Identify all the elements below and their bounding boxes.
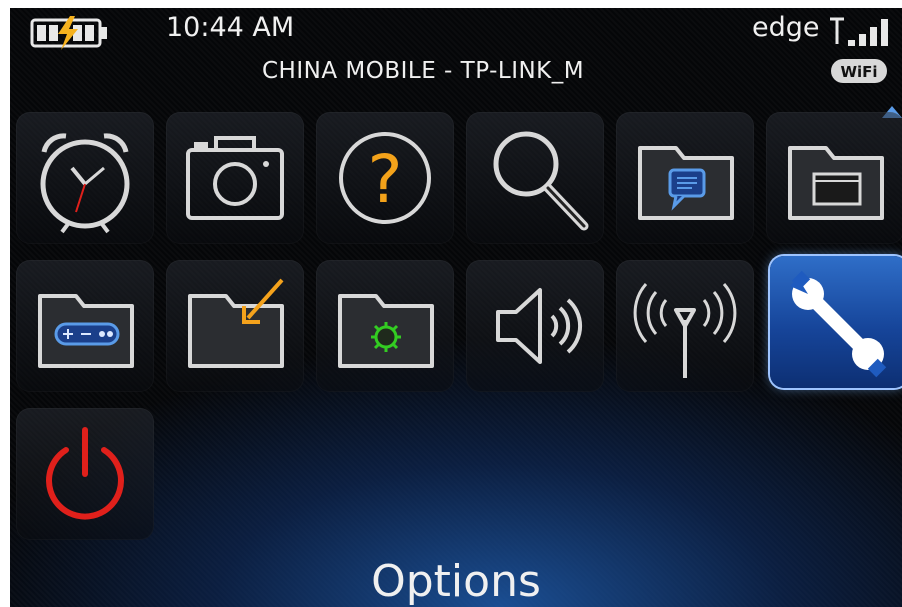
settings-folder-icon	[338, 294, 434, 368]
downloads-folder-icon	[188, 278, 284, 368]
applications-folder-tile[interactable]	[766, 112, 902, 244]
camera-tile[interactable]	[166, 112, 304, 244]
games-folder-icon	[38, 294, 134, 368]
help-icon: ?	[339, 132, 431, 224]
power-tile[interactable]	[16, 408, 154, 540]
search-tile[interactable]	[466, 112, 604, 244]
games-folder-tile[interactable]	[16, 260, 154, 392]
sounds-icon	[496, 288, 583, 364]
help-tile[interactable]: ?	[316, 112, 454, 244]
messenger-folder-tile[interactable]	[616, 112, 754, 244]
carrier-name: CHINA MOBILE - TP-LINK_M	[262, 58, 585, 84]
downloads-folder-tile[interactable]	[166, 260, 304, 392]
sounds-tile[interactable]	[466, 260, 604, 392]
alarm-clock-tile[interactable]	[16, 112, 154, 244]
options-tile[interactable]	[770, 256, 902, 388]
network-type: edge	[752, 12, 820, 43]
camera-icon	[186, 136, 284, 220]
selected-app-label: Options	[371, 556, 541, 607]
manage-connections-icon	[633, 283, 737, 378]
settings-folder-tile[interactable]	[316, 260, 454, 392]
applications-folder-icon	[788, 146, 884, 220]
status-time: 10:44 AM	[166, 12, 295, 43]
options-icon	[790, 270, 887, 378]
home-screen: 10:44 AM edge CHINA MOBILE - TP-LINK_M W…	[10, 8, 902, 607]
svg-text:WiFi: WiFi	[840, 63, 877, 81]
svg-text:?: ?	[367, 141, 402, 218]
battery-charging-icon	[30, 16, 107, 50]
signal-strength-icon	[830, 17, 888, 46]
alarm-clock-icon	[40, 133, 130, 234]
search-icon	[493, 131, 589, 231]
messenger-folder-icon	[638, 146, 734, 220]
manage-connections-tile[interactable]	[616, 260, 754, 392]
power-icon	[46, 427, 124, 520]
wifi-badge-icon: WiFi	[831, 59, 887, 83]
